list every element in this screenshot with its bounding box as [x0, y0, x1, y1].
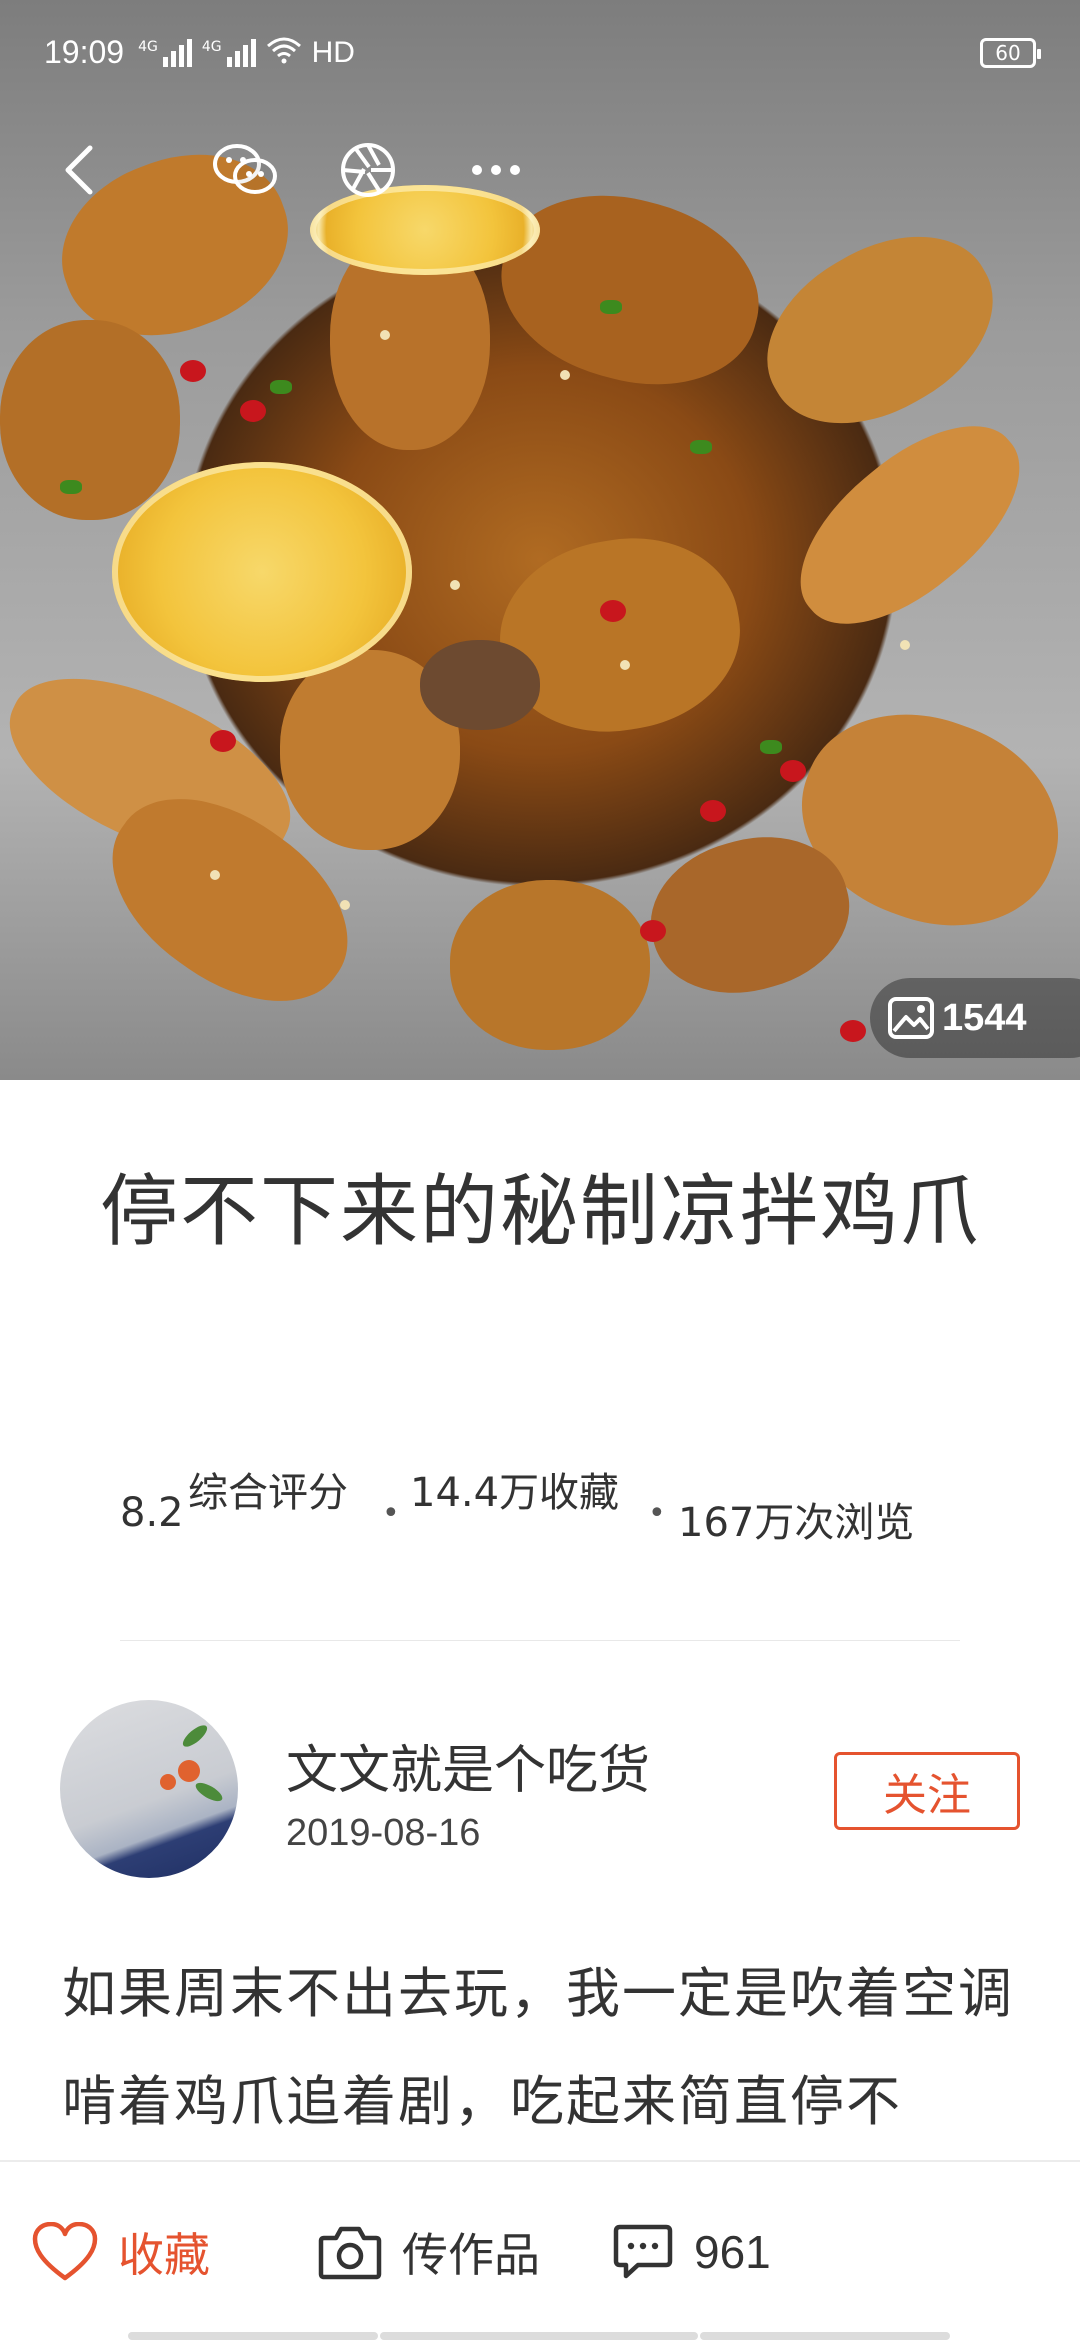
garlic-piece [560, 370, 570, 380]
garlic-piece [900, 640, 910, 650]
garlic-piece [210, 870, 220, 880]
publish-date: 2019-08-16 [286, 1812, 481, 1854]
chili-piece [210, 730, 236, 752]
chevron-left-icon [65, 145, 93, 195]
avatar-leaf [193, 1779, 225, 1805]
scallion-piece [690, 440, 712, 454]
avatar-flower [178, 1760, 200, 1782]
food-piece [736, 200, 1024, 460]
recipe-title: 停不下来的秘制凉拌鸡爪 [100, 1167, 981, 1257]
author-name[interactable]: 文文就是个吃货 [286, 1728, 650, 1803]
photo-count-text: 1544 [942, 996, 1027, 1039]
signal-icon: 4G [138, 38, 192, 67]
comment-count: 961 [694, 2226, 771, 2278]
divider [120, 1640, 960, 1641]
chili-piece [600, 600, 626, 622]
recipe-description: 如果周末不出去玩，我一定是吹着空调啃着鸡爪追着剧，吃起来简直停不 [62, 1962, 1014, 2133]
recipe-stats: 8.2 综合评分 • 14.4万收藏 • 167万次浏览 [0, 1460, 1080, 1580]
bottom-action-bar: 收藏 传作品 961 [0, 2160, 1080, 2340]
signal-icon: 4G [202, 38, 256, 67]
chili-piece [840, 1020, 866, 1042]
comments-button[interactable]: 961 [612, 2162, 771, 2340]
avatar[interactable] [60, 1700, 238, 1878]
garlic-piece [620, 660, 630, 670]
heart-icon [32, 2222, 98, 2281]
chili-piece [780, 760, 806, 782]
scallion-piece [760, 740, 782, 754]
image-icon [888, 997, 934, 1039]
scallion-piece [600, 300, 622, 314]
separator-dot: • [382, 1496, 400, 1531]
system-gesture-bar [0, 2332, 1080, 2340]
favorite-button[interactable]: 收藏 [32, 2162, 210, 2340]
camera-icon [318, 2226, 382, 2280]
hd-indicator: HD [311, 35, 355, 69]
score-label: 综合评分 [188, 1470, 348, 1516]
wechat-icon [213, 144, 277, 194]
views-count: 167万次浏览 [678, 1500, 915, 1546]
photo-count-badge[interactable]: 1544 [870, 978, 1080, 1058]
food-piece [450, 880, 650, 1050]
favorites-count: 14.4万收藏 [410, 1470, 620, 1516]
scallion-piece [60, 480, 82, 494]
status-icons: 4G 4G HD [138, 36, 355, 70]
upload-work-label: 传作品 [402, 2228, 540, 2282]
favorite-label: 收藏 [118, 2228, 210, 2282]
status-time: 19:09 [44, 34, 125, 70]
comment-icon [613, 2224, 673, 2279]
food-piece [0, 320, 180, 520]
scallion-piece [270, 380, 292, 394]
avatar-leaf [179, 1721, 211, 1751]
follow-button[interactable]: 关注 [834, 1752, 1020, 1830]
aperture-icon [341, 143, 395, 197]
share-wechat-button[interactable] [205, 130, 285, 210]
garlic-piece [340, 900, 350, 910]
top-nav [0, 130, 1080, 210]
separator-dot: • [648, 1496, 666, 1531]
chili-piece [180, 360, 206, 382]
more-button[interactable] [456, 130, 536, 210]
wifi-icon [266, 36, 302, 70]
lemon-slice [112, 462, 412, 682]
battery-icon: 60 [980, 37, 1041, 68]
garlic-piece [380, 330, 390, 340]
garlic-piece [450, 580, 460, 590]
food-piece [768, 391, 1052, 659]
score-value: 8.2 [120, 1490, 184, 1536]
status-bar: 19:09 4G 4G HD 60 [0, 0, 1080, 105]
upload-work-button[interactable]: 传作品 [318, 2162, 540, 2340]
back-button[interactable] [40, 130, 120, 210]
chili-piece [640, 920, 666, 942]
avatar-flower [160, 1774, 176, 1790]
author-row: 文文就是个吃货 2019-08-16 关注 [0, 1700, 1080, 1880]
share-moments-button[interactable] [328, 130, 408, 210]
more-dots-icon [472, 165, 520, 175]
food-piece [420, 640, 540, 730]
chili-piece [240, 400, 266, 422]
chili-piece [700, 800, 726, 822]
